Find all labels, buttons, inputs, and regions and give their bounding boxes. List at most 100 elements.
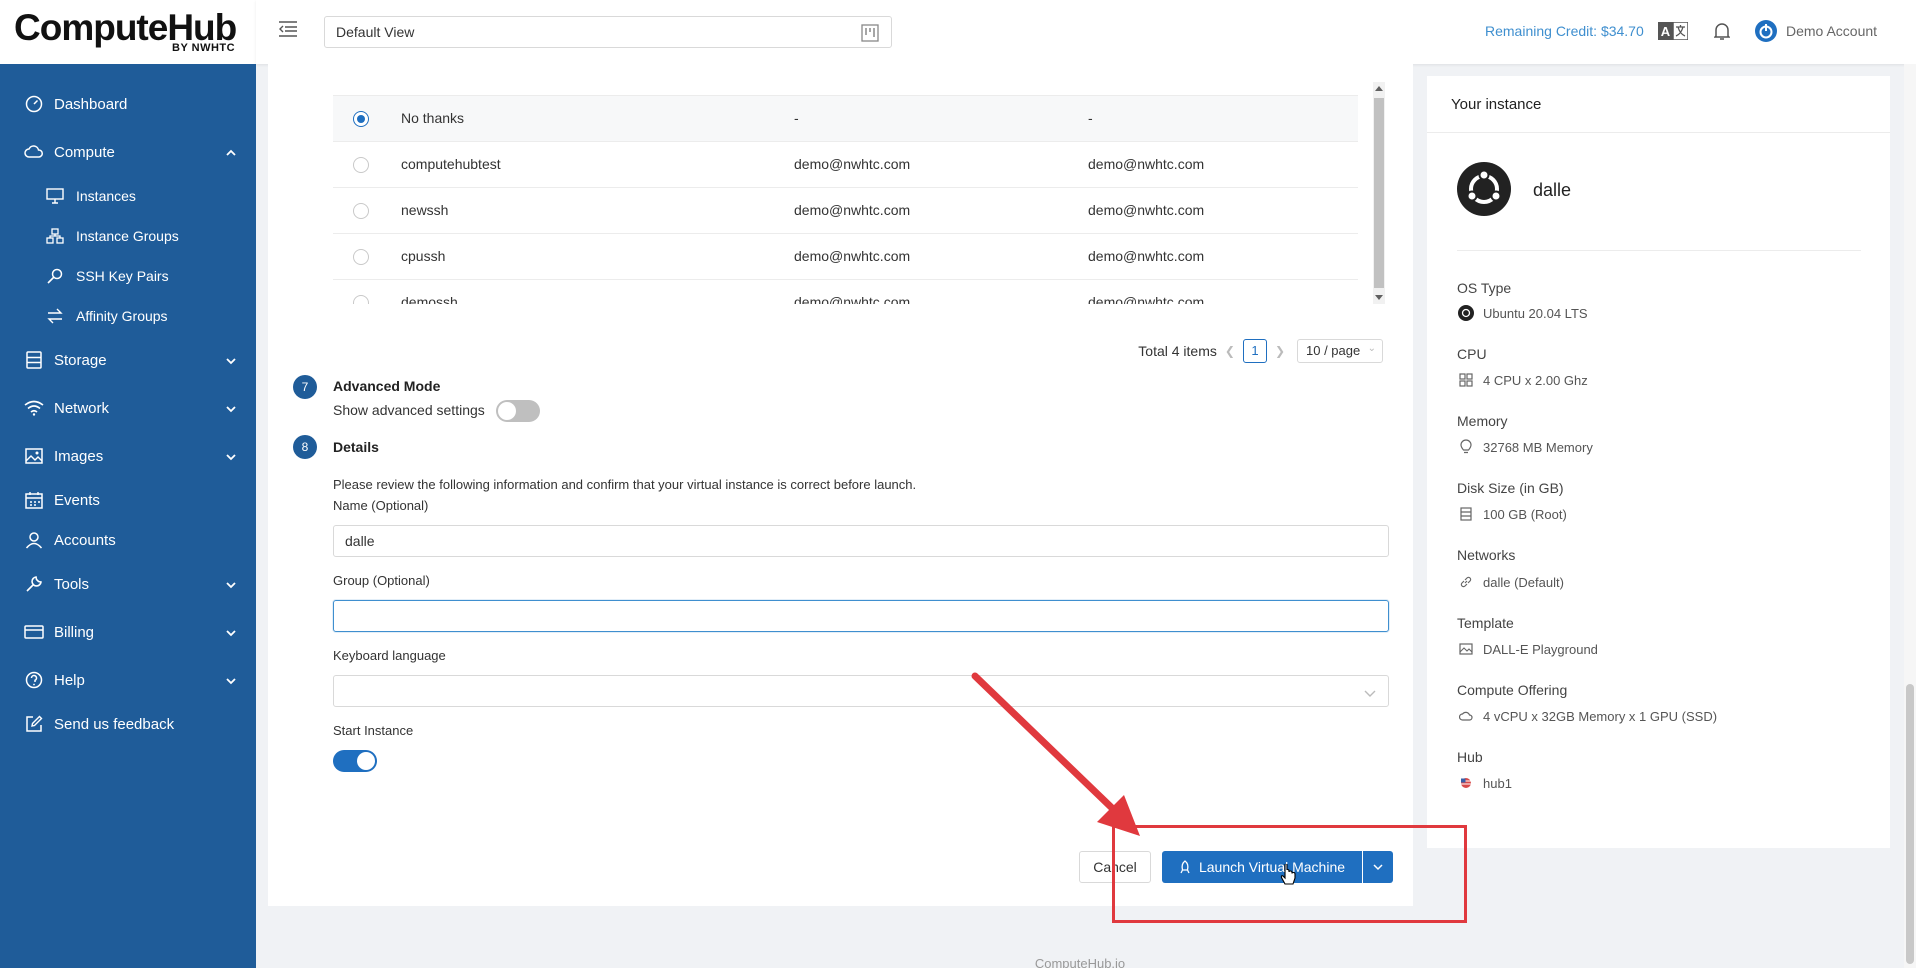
prev-page-icon[interactable]: ❮ xyxy=(1225,344,1235,358)
picture-icon xyxy=(1457,640,1475,658)
image-icon xyxy=(24,446,44,466)
sidebar-item-help[interactable]: Help xyxy=(0,656,256,704)
sidebar-item-tools[interactable]: Tools xyxy=(0,560,256,608)
table-row-partial xyxy=(333,82,1358,96)
spec-label-template: Template xyxy=(1457,615,1514,631)
translate-icon[interactable]: A xyxy=(1658,21,1689,45)
key-col3: - xyxy=(1088,110,1093,126)
link-icon xyxy=(1457,573,1475,591)
menu-fold-icon[interactable] xyxy=(278,20,298,43)
sidebar-item-storage[interactable]: Storage xyxy=(0,336,256,384)
scroll-thumb[interactable] xyxy=(1374,98,1384,288)
sidebar-item-affinity-groups[interactable]: Affinity Groups xyxy=(0,296,256,336)
swap-icon xyxy=(46,307,64,325)
layout-icon xyxy=(861,24,879,45)
page-size-select[interactable]: 10 / page ⌄ xyxy=(1297,339,1383,363)
sidebar-item-label: Accounts xyxy=(54,531,116,549)
spec-value-disk: 100 GB (Root) xyxy=(1457,505,1567,523)
step-title-advanced: Advanced Mode xyxy=(333,378,441,394)
key-col3: demo@nwhtc.com xyxy=(1088,248,1205,264)
logo[interactable]: ComputeHub BY NWHTC xyxy=(0,0,256,64)
advanced-settings-toggle[interactable] xyxy=(496,400,540,422)
key-col3: demo@nwhtc.com xyxy=(1088,202,1205,218)
bulb-icon xyxy=(1457,438,1475,456)
key-name: cpussh xyxy=(401,248,446,264)
remaining-credit: Remaining Credit: $34.70 xyxy=(1485,23,1644,39)
view-selector-value: Default View xyxy=(336,24,415,40)
panel-title: Your instance xyxy=(1451,96,1542,113)
svg-text:A: A xyxy=(1661,24,1671,39)
page-scroll-thumb[interactable] xyxy=(1906,684,1914,964)
sidebar-item-label: Affinity Groups xyxy=(76,308,168,324)
chevron-down-icon xyxy=(1364,685,1376,701)
sidebar-item-events[interactable]: Events xyxy=(0,480,256,520)
table-row[interactable]: cpussh demo@nwhtc.com demo@nwhtc.com xyxy=(333,234,1358,280)
footer-text: ComputeHub.io xyxy=(1034,956,1126,968)
keyboard-language-select[interactable] xyxy=(333,675,1389,707)
next-page-icon[interactable]: ❯ xyxy=(1275,344,1285,358)
page-scrollbar[interactable] xyxy=(1904,64,1916,968)
sidebar-item-network[interactable]: Network xyxy=(0,384,256,432)
sidebar-item-ssh-key-pairs[interactable]: SSH Key Pairs xyxy=(0,256,256,296)
spec-value-networks: dalle (Default) xyxy=(1457,573,1564,591)
sidebar-item-label: Send us feedback xyxy=(54,715,175,733)
table-row[interactable]: computehubtest demo@nwhtc.com demo@nwhtc… xyxy=(333,142,1358,188)
table-scrollbar[interactable] xyxy=(1373,82,1385,304)
view-selector[interactable]: Default View xyxy=(324,16,892,48)
sidebar-item-accounts[interactable]: Accounts xyxy=(0,520,256,560)
sidebar-item-billing[interactable]: Billing xyxy=(0,608,256,656)
group-label: Group (Optional) xyxy=(333,573,430,588)
key-col2: demo@nwhtc.com xyxy=(794,294,911,304)
row-radio[interactable] xyxy=(353,203,369,219)
key-name: No thanks xyxy=(401,110,465,126)
table-row[interactable]: newssh demo@nwhtc.com demo@nwhtc.com xyxy=(333,188,1358,234)
ssh-key-table: No thanks - - computehubtest demo@nwhtc.… xyxy=(333,82,1358,304)
spec-label-cpu: CPU xyxy=(1457,346,1487,362)
sidebar-item-label: Instances xyxy=(76,188,136,204)
sidebar-item-feedback[interactable]: Send us feedback xyxy=(0,704,256,744)
sidebar-item-compute[interactable]: Compute xyxy=(0,128,256,176)
row-radio[interactable] xyxy=(353,295,369,304)
sidebar-nav: Dashboard Compute Instances Instance Gro… xyxy=(0,64,256,744)
scroll-down-arrow[interactable] xyxy=(1375,295,1383,300)
scroll-up-arrow[interactable] xyxy=(1375,86,1383,91)
flag-us-icon xyxy=(1457,774,1475,792)
avatar xyxy=(1754,19,1778,43)
sidebar-item-label: Help xyxy=(54,671,85,689)
sidebar-item-label: Instance Groups xyxy=(76,228,179,244)
disk-icon xyxy=(1457,505,1475,523)
sidebar-item-dashboard[interactable]: Dashboard xyxy=(0,80,256,128)
question-icon xyxy=(24,670,44,690)
spec-value-text: hub1 xyxy=(1483,775,1512,791)
name-input[interactable]: dalle xyxy=(333,525,1389,557)
step-title-details: Details xyxy=(333,439,379,455)
spec-label-os: OS Type xyxy=(1457,280,1512,296)
name-label: Name (Optional) xyxy=(333,498,429,513)
spec-label-hub: Hub xyxy=(1457,749,1483,765)
key-col3: demo@nwhtc.com xyxy=(1088,156,1205,172)
row-radio[interactable] xyxy=(353,249,369,265)
table-row[interactable]: demossh demo@nwhtc.com demo@nwhtc.com xyxy=(333,280,1358,304)
table-row[interactable]: No thanks - - xyxy=(333,96,1358,142)
key-name: newssh xyxy=(401,202,449,218)
chevron-down-icon: ⌄ xyxy=(1367,343,1376,354)
account-menu[interactable]: Demo Account xyxy=(1754,19,1877,43)
sidebar-item-instances[interactable]: Instances xyxy=(0,176,256,216)
row-radio[interactable] xyxy=(353,157,369,173)
start-instance-toggle[interactable] xyxy=(333,750,377,772)
spec-value-text: Ubuntu 20.04 LTS xyxy=(1483,305,1588,321)
cluster-icon xyxy=(46,227,64,245)
monitor-icon xyxy=(46,187,64,205)
bell-icon[interactable] xyxy=(1713,21,1731,46)
page-number[interactable]: 1 xyxy=(1242,339,1267,363)
pagination: Total 4 items ❮ 1 ❯ 10 / page ⌄ xyxy=(1138,339,1383,363)
sidebar-item-label: SSH Key Pairs xyxy=(76,268,169,284)
group-input[interactable] xyxy=(333,600,1389,632)
sidebar-item-instance-groups[interactable]: Instance Groups xyxy=(0,216,256,256)
logo-subtext: BY NWHTC xyxy=(172,42,236,54)
sidebar-item-images[interactable]: Images xyxy=(0,432,256,480)
schedule-icon xyxy=(24,490,44,510)
row-radio[interactable] xyxy=(353,111,369,127)
sidebar-item-label: Dashboard xyxy=(54,95,128,113)
sidebar-item-label: Tools xyxy=(54,575,90,593)
